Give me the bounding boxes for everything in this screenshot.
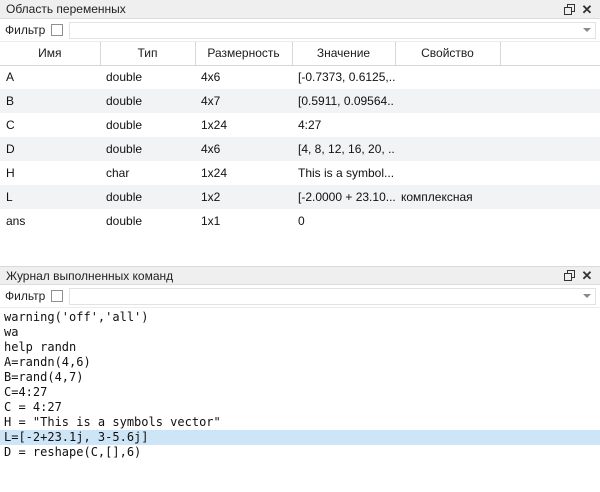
table-row[interactable]: ans double 1x1 0 [0, 209, 600, 233]
column-header-filler [500, 42, 600, 65]
history-filterbar: Фильтр [0, 285, 600, 308]
variables-panel-title: Область переменных [6, 2, 560, 16]
variables-titlebar: Область переменных ✕ [0, 0, 600, 19]
history-item[interactable]: warning('off','all') [0, 310, 600, 325]
history-item[interactable]: H = "This is a symbols vector" [0, 415, 600, 430]
chevron-down-icon [583, 28, 591, 32]
table-row[interactable]: B double 4x7 [0.5911, 0.09564... [0, 89, 600, 113]
table-row[interactable]: L double 1x2 [-2.0000 + 23.10... комплек… [0, 185, 600, 209]
filter-checkbox[interactable] [51, 290, 63, 302]
history-item[interactable]: C = 4:27 [0, 400, 600, 415]
command-history-list: warning('off','all') wa help randn A=ran… [0, 308, 600, 492]
variables-table: Имя Тип Размерность Значение Свойство A … [0, 42, 600, 266]
history-item[interactable]: A=randn(4,6) [0, 355, 600, 370]
column-header-name[interactable]: Имя [0, 42, 100, 65]
column-header-property[interactable]: Свойство [395, 42, 500, 65]
filter-label: Фильтр [5, 289, 45, 303]
chevron-down-icon [583, 294, 591, 298]
history-titlebar: Журнал выполненных команд ✕ [0, 266, 600, 285]
undock-icon[interactable] [560, 268, 578, 284]
history-item[interactable]: L=[-2+23.1j, 3-5.6j] [0, 430, 600, 445]
history-item[interactable]: help randn [0, 340, 600, 355]
close-icon[interactable]: ✕ [578, 1, 596, 17]
undock-icon[interactable] [560, 1, 578, 17]
filter-label: Фильтр [5, 23, 45, 37]
table-row[interactable]: H char 1x24 This is a symbol... [0, 161, 600, 185]
column-header-size[interactable]: Размерность [195, 42, 292, 65]
history-item[interactable]: D = reshape(C,[],6) [0, 445, 600, 460]
history-item[interactable]: C=4:27 [0, 385, 600, 400]
table-row[interactable]: A double 4x6 [-0.7373, 0.6125,... [0, 65, 600, 89]
table-header-row: Имя Тип Размерность Значение Свойство [0, 42, 600, 65]
table-row[interactable]: C double 1x24 4:27 [0, 113, 600, 137]
table-row[interactable]: D double 4x6 [4, 8, 12, 16, 20, ... [0, 137, 600, 161]
history-panel-title: Журнал выполненных команд [6, 269, 560, 283]
history-item[interactable]: B=rand(4,7) [0, 370, 600, 385]
filter-combobox[interactable] [69, 22, 596, 39]
column-header-value[interactable]: Значение [292, 42, 395, 65]
history-panel: Журнал выполненных команд ✕ Фильтр warni… [0, 266, 600, 492]
history-item[interactable]: wa [0, 325, 600, 340]
close-icon[interactable]: ✕ [578, 268, 596, 284]
column-header-type[interactable]: Тип [100, 42, 195, 65]
filter-combobox[interactable] [69, 288, 596, 305]
variables-panel: Область переменных ✕ Фильтр Имя Тип [0, 0, 600, 266]
filter-checkbox[interactable] [51, 24, 63, 36]
variables-filterbar: Фильтр [0, 19, 600, 42]
